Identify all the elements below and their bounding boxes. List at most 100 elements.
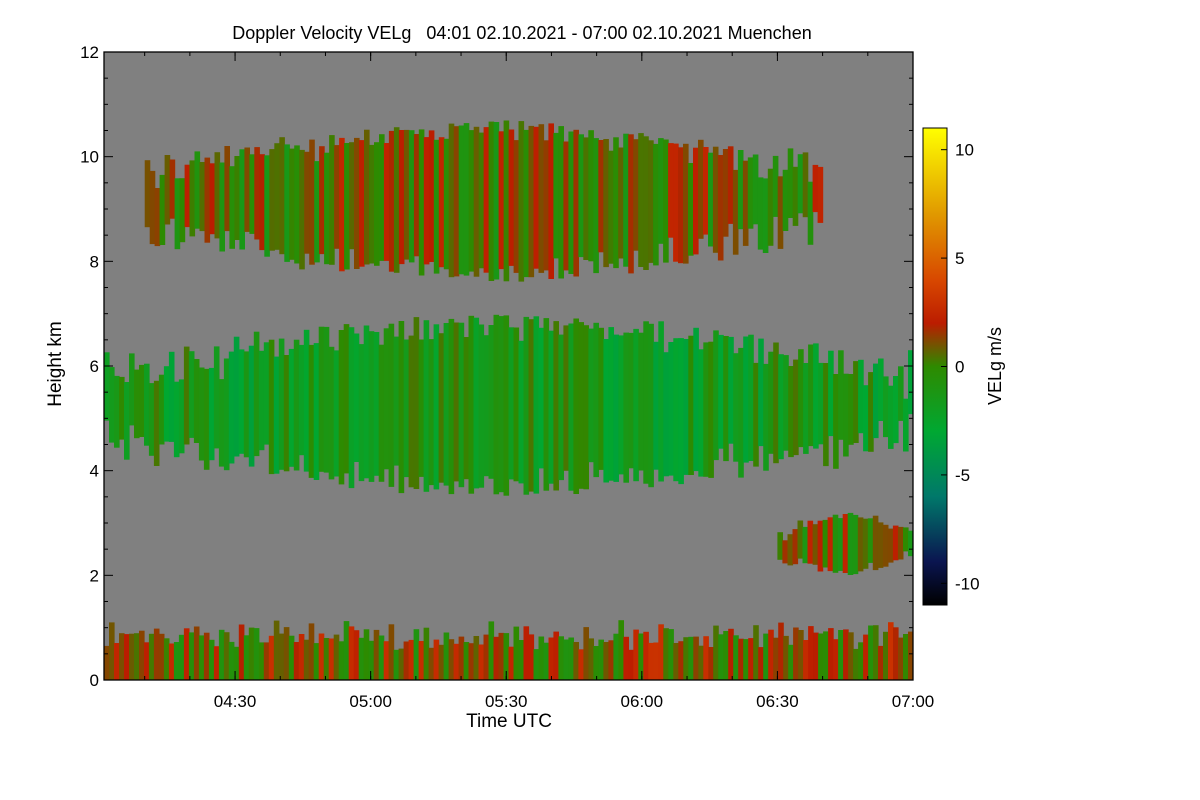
echo-cell <box>229 166 235 249</box>
echo-cell <box>278 338 285 470</box>
echo-cell <box>598 140 604 253</box>
echo-cell <box>438 644 445 680</box>
echo-cell <box>199 162 206 232</box>
echo-cell <box>134 369 140 439</box>
echo-cell <box>752 154 759 225</box>
echo-cell <box>144 363 150 446</box>
echo-cell <box>588 130 594 262</box>
echo-cell <box>633 629 639 680</box>
colorbar-tick-label: -10 <box>955 574 980 593</box>
echo-cell <box>788 366 794 458</box>
echo-cell <box>793 359 799 456</box>
echo-cell <box>508 129 515 266</box>
echo-cell <box>608 327 614 481</box>
echo-cell <box>633 328 639 482</box>
echo-cell <box>438 333 445 483</box>
echo-cell <box>228 351 235 464</box>
echo-cell <box>513 626 520 680</box>
echo-cell <box>358 637 365 680</box>
echo-cell <box>668 143 674 238</box>
echo-cell <box>638 133 644 267</box>
echo-cell <box>653 143 659 266</box>
echo-cell <box>493 122 500 280</box>
echo-cell <box>858 359 864 434</box>
echo-cell <box>379 134 385 261</box>
echo-cell <box>613 137 619 269</box>
echo-cell <box>194 151 201 229</box>
echo-cell <box>678 338 684 485</box>
echo-cell <box>753 625 759 680</box>
echo-cell <box>613 633 619 680</box>
echo-cell <box>288 635 295 680</box>
echo-cell <box>538 327 545 469</box>
echo-cell <box>139 630 145 680</box>
echo-cell <box>663 139 669 263</box>
echo-cell <box>503 315 510 496</box>
echo-cell <box>458 322 465 488</box>
echo-cell <box>703 636 709 680</box>
echo-cell <box>383 641 390 680</box>
echo-cell <box>718 334 724 449</box>
echo-cell <box>183 346 190 445</box>
echo-cell <box>328 346 335 480</box>
echo-cell <box>388 624 395 680</box>
echo-cell <box>208 639 215 680</box>
echo-cell <box>678 147 684 264</box>
echo-cell <box>573 318 579 494</box>
echo-cell <box>468 643 475 680</box>
echo-cell <box>423 320 430 492</box>
echo-cell <box>847 512 854 575</box>
y-tick-label: 2 <box>90 566 99 585</box>
echo-cell <box>463 337 470 480</box>
echo-cell <box>448 318 455 495</box>
echo-cell <box>353 333 360 462</box>
echo-cell <box>214 152 221 239</box>
echo-cell <box>398 130 405 265</box>
echo-cell <box>807 181 814 245</box>
echo-cell <box>173 381 180 458</box>
echo-cell <box>763 363 769 471</box>
echo-cell <box>753 362 759 467</box>
y-tick-label: 10 <box>80 148 99 167</box>
echo-cell <box>498 131 505 270</box>
echo-cell <box>408 130 415 263</box>
y-tick-label: 0 <box>90 671 99 690</box>
echo-cell <box>448 639 455 680</box>
echo-cell <box>688 636 694 680</box>
echo-cell <box>453 322 460 482</box>
echo-cell <box>373 332 380 476</box>
echo-cell <box>668 342 674 476</box>
echo-cell <box>583 627 589 680</box>
echo-cell <box>284 144 290 262</box>
echo-cell <box>853 361 859 443</box>
echo-cell <box>883 376 889 438</box>
echo-cell <box>403 641 410 680</box>
echo-cell <box>593 646 599 680</box>
echo-cell <box>358 344 365 482</box>
echo-cell <box>463 123 470 276</box>
colorbar-tick-label: -5 <box>955 466 970 485</box>
echo-cell <box>428 339 435 486</box>
echo-cell <box>578 649 584 680</box>
echo-cell <box>608 150 614 264</box>
echo-cell <box>518 121 525 282</box>
echo-cell <box>603 139 609 268</box>
echo-cell <box>658 321 664 482</box>
echo-cell <box>148 383 155 456</box>
echo-cell <box>443 632 450 680</box>
echo-cell <box>283 627 290 680</box>
echo-cell <box>408 639 415 680</box>
echo-cell <box>244 147 250 232</box>
echo-cell <box>833 639 839 680</box>
echo-cell <box>223 358 230 471</box>
echo-cell <box>712 146 719 253</box>
echo-cell <box>722 149 729 237</box>
echo-cell <box>348 327 355 489</box>
echo-cell <box>323 326 330 473</box>
echo-cell <box>648 642 654 680</box>
echo-cell <box>338 641 345 680</box>
echo-cell <box>273 356 280 474</box>
echo-cell <box>178 634 185 680</box>
echo-cell <box>313 643 320 680</box>
echo-cell <box>603 339 609 483</box>
